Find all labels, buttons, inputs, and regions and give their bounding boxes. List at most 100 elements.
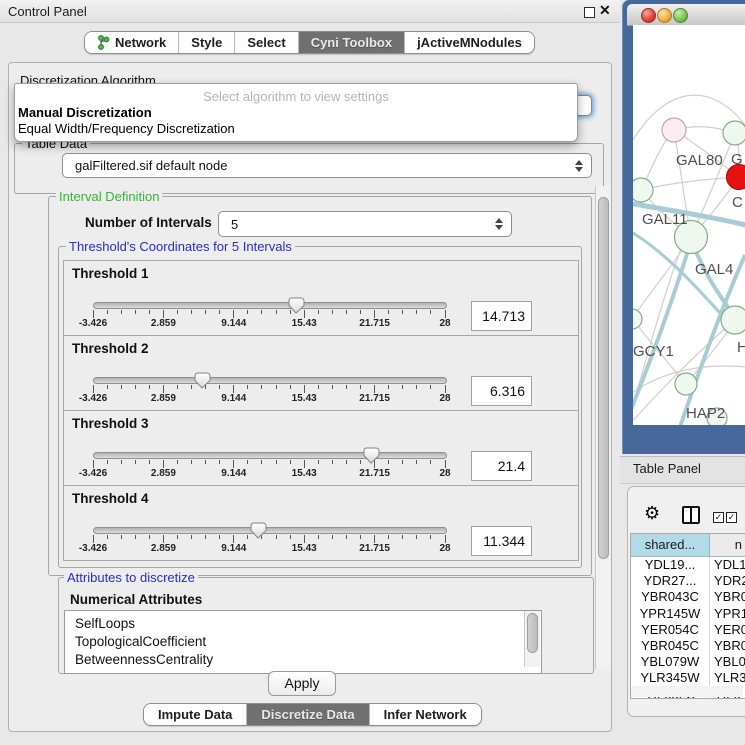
numerical-attributes-list[interactable]: SelfLoopsTopologicalCoefficientBetweenne… <box>64 610 542 674</box>
close-traffic-light-icon[interactable] <box>641 8 656 23</box>
network-node-pink[interactable] <box>662 118 686 142</box>
columns-icon[interactable] <box>682 506 700 524</box>
slider-track[interactable] <box>93 452 447 459</box>
tick-label: 15.43 <box>276 543 332 554</box>
table-row[interactable]: YBR043CYBR0 <box>631 589 745 605</box>
table-row[interactable]: YDL19...YDL1 <box>631 557 745 573</box>
threshold-label: Threshold 3 <box>72 416 149 431</box>
table-row[interactable]: YLR345WYLR3 <box>631 670 745 686</box>
combo-arrows-icon <box>574 160 583 172</box>
table-row[interactable]: YDR27...YDR2 <box>631 573 745 589</box>
algorithm-option-equal-width-frequency-discretization[interactable]: Equal Width/Frequency Discretization <box>18 121 235 136</box>
table-row[interactable]: YBR045CYBR0 <box>631 638 745 654</box>
threshold-value-field[interactable]: 6.316 <box>471 376 532 406</box>
network-node-green[interactable] <box>723 121 745 145</box>
column-header-shared-name[interactable]: shared... <box>631 534 710 556</box>
attributes-frame-title: Attributes to discretize <box>64 570 198 585</box>
thresholds-frame-title: Threshold's Coordinates for 5 Intervals <box>66 239 295 254</box>
cell-shared-name: YBL079W <box>631 654 710 670</box>
tab-style[interactable]: Style <box>179 32 235 53</box>
threshold-value-field[interactable]: 21.4 <box>471 451 532 481</box>
tab-select[interactable]: Select <box>235 32 298 53</box>
close-icon[interactable]: ✕ <box>599 2 611 19</box>
network-node-green[interactable] <box>675 373 697 395</box>
table-data-combobox[interactable]: galFiltered.sif default node <box>62 153 592 178</box>
node-label-h: H <box>737 339 745 356</box>
table-row[interactable]: YER054CYER0 <box>631 622 745 638</box>
slider-thumb[interactable] <box>287 297 305 314</box>
network-node-red[interactable] <box>727 165 745 190</box>
network-canvas[interactable]: GAL80GCGAL11GAL4GCY1HHAP2 <box>633 25 745 425</box>
attribute-item-topologicalcoefficient[interactable]: TopologicalCoefficient <box>65 633 541 651</box>
checkbox-icon[interactable]: ✓ <box>726 512 737 523</box>
tick-label: -3.426 <box>65 393 121 404</box>
tick-label: 9.144 <box>206 318 262 329</box>
threshold-label: Threshold 1 <box>72 266 149 281</box>
tab-impute-data[interactable]: Impute Data <box>144 704 247 725</box>
tick-label: 9.144 <box>206 543 262 554</box>
algorithm-dropdown-popup: Select algorithm to view settings Manual… <box>14 83 578 142</box>
network-edge <box>641 177 739 190</box>
algorithm-option-manual-discretization[interactable]: Manual Discretization <box>18 105 152 120</box>
checkbox-icon[interactable]: ✓ <box>713 512 724 523</box>
cell-shared-name: YDL19... <box>631 557 710 573</box>
cell-shared-name: YDR27... <box>631 573 710 589</box>
slider-track[interactable] <box>93 377 447 384</box>
threshold-label: Threshold 2 <box>72 341 149 356</box>
numerical-attributes-label: Numerical Attributes <box>70 592 202 607</box>
network-node-green[interactable] <box>721 306 745 334</box>
tick-label: 28 <box>417 393 473 404</box>
attributes-list-scrollbar[interactable] <box>524 611 540 667</box>
tab-label: Impute Data <box>158 707 232 722</box>
tab-jactivemnodules[interactable]: jActiveMNodules <box>405 32 534 53</box>
tick-label: 2.859 <box>135 543 191 554</box>
tick-label: 2.859 <box>135 318 191 329</box>
slider-thumb[interactable] <box>193 372 211 389</box>
zoom-traffic-light-icon[interactable] <box>673 8 688 23</box>
tab-network[interactable]: Network <box>85 32 179 53</box>
threshold-4-box: Threshold 4-3.4262.8599.14415.4321.71528… <box>63 485 579 561</box>
node-label-g: G <box>731 151 743 168</box>
gear-icon[interactable]: ⚙ <box>644 503 660 524</box>
table-row[interactable]: YPR145WYPR1 <box>631 606 745 622</box>
column-header-name[interactable]: n <box>710 534 745 556</box>
cell-shared-name: YBR043C <box>631 589 710 605</box>
node-attribute-table[interactable]: shared... n YDL19...YDL1YDR27...YDR2YBR0… <box>630 533 745 699</box>
threshold-value-field[interactable]: 14.713 <box>471 301 532 331</box>
tab-label: Network <box>115 35 166 50</box>
tick-label: 28 <box>417 318 473 329</box>
network-node-green[interactable] <box>633 309 642 329</box>
control-panel-titlebar <box>0 0 620 23</box>
network-icon <box>97 35 110 50</box>
attribute-item-betweennesscentrality[interactable]: BetweennessCentrality <box>65 651 541 669</box>
node-label-gcy1: GCY1 <box>633 343 674 360</box>
tab-label: Select <box>247 35 285 50</box>
node-label-hap2: HAP2 <box>686 405 725 422</box>
panel-scrollbar[interactable] <box>595 186 611 669</box>
node-label-gal4: GAL4 <box>695 261 733 278</box>
tab-discretize-data[interactable]: Discretize Data <box>247 704 369 725</box>
interval-definition-title: Interval Definition <box>56 189 162 204</box>
threshold-3-box: Threshold 3-3.4262.8599.14415.4321.71528… <box>63 410 579 486</box>
table-header-row: shared... n <box>631 534 745 557</box>
network-node-green[interactable] <box>633 178 653 202</box>
threshold-2-box: Threshold 2-3.4262.8599.14415.4321.71528… <box>63 335 579 411</box>
tick-label: 21.715 <box>347 393 403 404</box>
table-horizontal-scrollbar[interactable] <box>631 686 743 697</box>
tick-label: -3.426 <box>65 543 121 554</box>
slider-thumb[interactable] <box>249 522 267 539</box>
minimize-traffic-light-icon[interactable] <box>657 8 672 23</box>
float-window-icon[interactable] <box>584 7 595 18</box>
tick-label: 2.859 <box>135 393 191 404</box>
threshold-value-field[interactable]: 11.344 <box>471 526 532 556</box>
apply-button[interactable]: Apply <box>268 671 336 696</box>
number-of-intervals-combobox[interactable]: 5 <box>218 211 512 237</box>
slider-track[interactable] <box>93 302 447 309</box>
table-row[interactable]: YBL079WYBL0 <box>631 654 745 670</box>
tick-label: 21.715 <box>347 543 403 554</box>
tab-infer-network[interactable]: Infer Network <box>370 704 481 725</box>
slider-thumb[interactable] <box>362 447 380 464</box>
slider-track[interactable] <box>93 527 447 534</box>
tab-cyni-toolbox[interactable]: Cyni Toolbox <box>299 32 405 53</box>
attribute-item-selfloops[interactable]: SelfLoops <box>65 615 541 633</box>
